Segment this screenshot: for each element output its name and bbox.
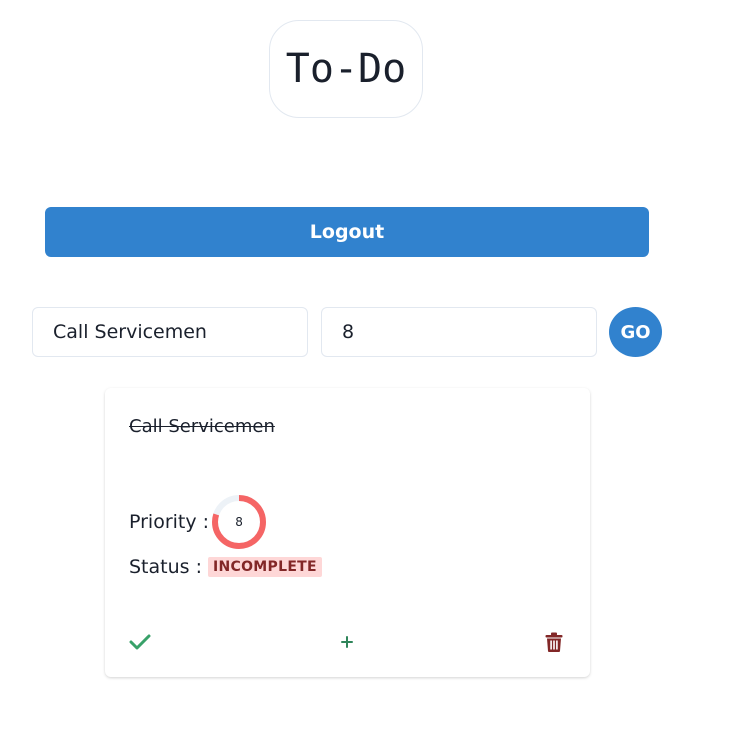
status-badge: INCOMPLETE <box>208 557 322 577</box>
priority-label: Priority : <box>129 511 210 533</box>
plus-icon <box>341 636 353 648</box>
priority-progress-ring: 8 <box>211 494 267 550</box>
go-button[interactable]: GO <box>609 307 662 357</box>
delete-button[interactable] <box>540 628 568 656</box>
status-label: Status : <box>129 556 202 578</box>
title-box: To-Do <box>269 20 423 118</box>
check-icon <box>129 634 151 650</box>
todo-title: Call Servicemen <box>129 416 275 437</box>
status-row: Status : INCOMPLETE <box>129 556 322 578</box>
complete-button[interactable] <box>126 628 154 656</box>
page-title: To-Do <box>285 46 407 92</box>
logout-button[interactable]: Logout <box>45 207 649 257</box>
priority-value: 8 <box>235 515 243 529</box>
add-button[interactable] <box>333 628 361 656</box>
todo-card: Call Servicemen Priority : 8 Status : IN… <box>105 388 590 677</box>
priority-input[interactable] <box>321 307 597 357</box>
trash-icon <box>545 632 563 652</box>
priority-row: Priority : 8 <box>129 494 267 550</box>
task-input[interactable] <box>32 307 308 357</box>
